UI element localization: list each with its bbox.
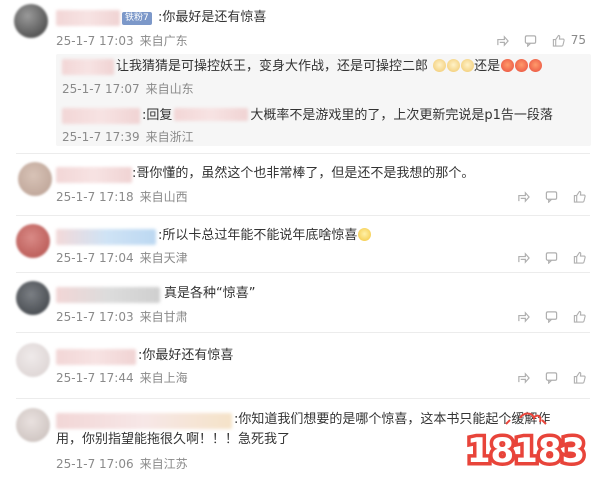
username[interactable] (56, 167, 132, 183)
comment-actions (516, 309, 586, 323)
divider (16, 398, 590, 399)
comment-icon[interactable] (524, 33, 538, 47)
comment-text: :所以卡总过年能不能说年底啥惊喜 (158, 227, 372, 245)
comment-meta: 25-1-7 17:18 来自山西 (56, 190, 188, 204)
comment-meta: 25-1-7 17:03 来自广东 (56, 34, 188, 48)
comment-icon[interactable] (544, 189, 558, 203)
share-icon[interactable] (516, 370, 530, 384)
avatar[interactable] (16, 408, 50, 442)
username[interactable] (56, 413, 232, 429)
comment-icon[interactable] (544, 309, 558, 323)
comment-text: :哥你懂的，虽然这个也非常棒了，但是还不是我想的那个。 (132, 166, 475, 181)
cat-emoji-icon (461, 59, 475, 72)
username[interactable] (56, 287, 160, 303)
comment-item: 铁粉7 :你最好是还有惊喜 25-1-7 17:03 来自广东 75 让我猜猜是可… (0, 0, 600, 150)
comment-icon[interactable] (544, 370, 558, 384)
comment-text: :你最好是还有惊喜 (158, 10, 267, 25)
username[interactable] (62, 108, 140, 124)
reply-text: :回复 大概率不是游戏里的了，上次更新完说是p1告一段落 (142, 107, 553, 125)
avatar[interactable] (14, 4, 48, 38)
reply-text-main: 大概率不是游戏里的了，上次更新完说是p1告一段落 (250, 108, 553, 123)
watermark-logo-icon: 18183 (463, 412, 589, 475)
comment-text: 真是各种“惊喜” (164, 286, 256, 301)
reply-list: 让我猜猜是可操控妖王，变身大作战，还是可操控二郎 还是 25-1-7 17:07… (56, 54, 591, 146)
like-icon[interactable] (572, 250, 586, 264)
username[interactable] (56, 10, 120, 26)
heart-eyes-emoji-icon (501, 59, 515, 72)
comment-icon[interactable] (544, 250, 558, 264)
reply-text: 让我猜猜是可操控妖王，变身大作战，还是可操控二郎 还是 (116, 58, 543, 76)
comment-location: 来自广东 (139, 34, 188, 48)
cat-emoji-icon (433, 59, 447, 72)
share-icon[interactable] (516, 189, 530, 203)
share-icon[interactable] (496, 33, 510, 47)
like-icon[interactable] (572, 309, 586, 323)
divider (16, 332, 590, 333)
comment-actions (516, 370, 586, 384)
comment-location: 来自山西 (139, 190, 188, 204)
divider (16, 215, 590, 216)
comment-text: :你最好还有惊喜 (138, 348, 234, 363)
cat-emoji-icon (447, 59, 461, 72)
heart-eyes-emoji-icon (515, 59, 529, 72)
reply-meta: 25-1-7 17:07 来自山东 (62, 82, 194, 96)
comment-date: 25-1-7 17:44 (56, 371, 134, 385)
share-icon[interactable] (516, 250, 530, 264)
comment-item: :哥你懂的，虽然这个也非常棒了，但是还不是我想的那个。 25-1-7 17:18… (0, 158, 600, 213)
username[interactable] (62, 59, 114, 75)
comment-location: 来自天津 (139, 251, 188, 265)
watermark-text: 18183 (467, 431, 585, 471)
heart-eyes-emoji-icon (529, 59, 543, 72)
like-count: 75 (570, 33, 586, 47)
divider (16, 153, 590, 154)
comment-actions (516, 189, 586, 203)
comment-date: 25-1-7 17:04 (56, 251, 134, 265)
comment-item: :你最好还有惊喜 25-1-7 17:44 来自上海 (0, 340, 600, 392)
avatar[interactable] (16, 224, 50, 258)
reply-date: 25-1-7 17:07 (62, 82, 140, 96)
fan-badge: 铁粉7 (122, 12, 152, 25)
avatar[interactable] (16, 343, 50, 377)
laughing-emoji-icon (358, 228, 372, 241)
like-icon[interactable] (572, 189, 586, 203)
comment-location: 来自江苏 (139, 457, 188, 471)
like-icon[interactable] (552, 33, 566, 47)
username[interactable] (56, 349, 136, 365)
comment-text-main: :所以卡总过年能不能说年底啥惊喜 (158, 228, 358, 243)
reply-date: 25-1-7 17:39 (62, 130, 140, 144)
reply-text-suffix: 还是 (474, 59, 501, 74)
comment-actions (516, 250, 586, 264)
reply-location: 来自山东 (145, 82, 194, 96)
comment-meta: 25-1-7 17:03 来自甘肃 (56, 310, 188, 324)
share-icon[interactable] (516, 309, 530, 323)
avatar[interactable] (16, 281, 50, 315)
comment-date: 25-1-7 17:18 (56, 190, 134, 204)
reply-text-prefix: :回复 (142, 108, 173, 123)
comment-meta: 25-1-7 17:06 来自江苏 (56, 457, 188, 471)
divider (16, 272, 590, 273)
like-icon[interactable] (572, 370, 586, 384)
comment-meta: 25-1-7 17:44 来自上海 (56, 371, 188, 385)
reply-meta: 25-1-7 17:39 来自浙江 (62, 130, 194, 144)
comment-text-line2: 用，你别指望能拖很久啊！！！急死我了 (56, 432, 291, 447)
reply-text-main: 让我猜猜是可操控妖王，变身大作战，还是可操控二郎 (116, 59, 429, 74)
comment-date: 25-1-7 17:03 (56, 310, 134, 324)
comment-meta: 25-1-7 17:04 来自天津 (56, 251, 188, 265)
comment-date: 25-1-7 17:03 (56, 34, 134, 48)
comment-actions: 75 (496, 33, 586, 47)
mentioned-username[interactable] (174, 108, 249, 121)
comment-location: 来自上海 (139, 371, 188, 385)
comment-date: 25-1-7 17:06 (56, 457, 134, 471)
reply-location: 来自浙江 (145, 130, 194, 144)
comment-item: :所以卡总过年能不能说年底啥惊喜 25-1-7 17:04 来自天津 (0, 220, 600, 270)
avatar[interactable] (18, 162, 52, 196)
username[interactable] (56, 229, 156, 245)
comment-item: 真是各种“惊喜” 25-1-7 17:03 来自甘肃 (0, 278, 600, 330)
comment-location: 来自甘肃 (139, 310, 188, 324)
